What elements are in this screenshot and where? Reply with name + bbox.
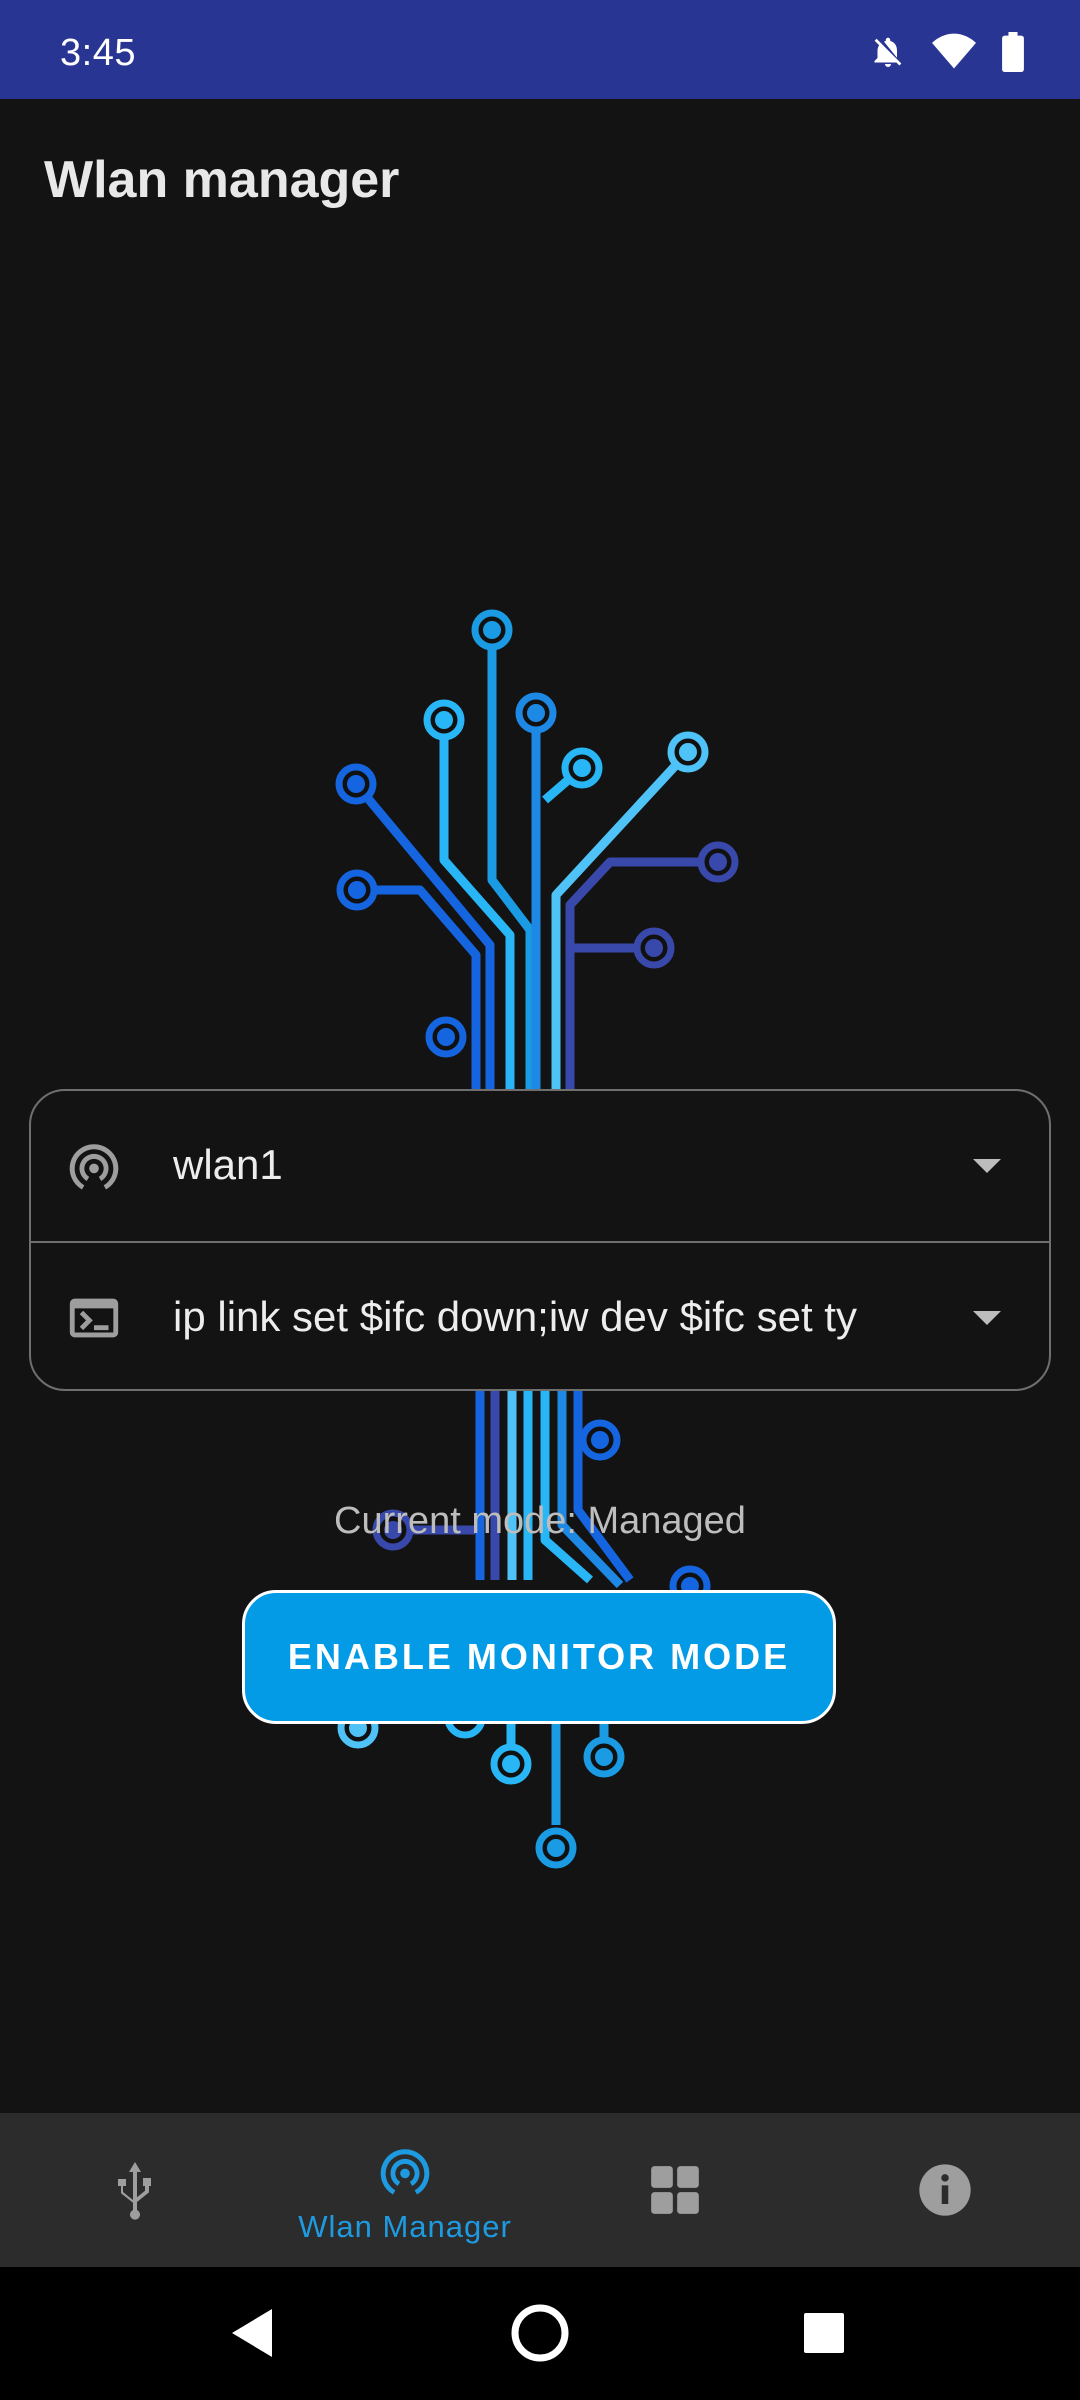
dropdown-arrow-icon	[973, 1311, 1001, 1325]
bottom-navigation: Wlan Manager	[0, 2113, 1080, 2267]
home-icon[interactable]	[494, 2287, 586, 2379]
enable-monitor-mode-button[interactable]: ENABLE MONITOR MODE	[242, 1590, 836, 1724]
grid-icon	[651, 2166, 699, 2214]
recents-icon[interactable]	[778, 2287, 870, 2379]
selector-card: wlan1 ip link set $ifc down;iw dev $ifc …	[29, 1089, 1051, 1391]
usb-icon	[118, 2162, 151, 2220]
antenna-icon	[380, 2149, 430, 2195]
back-icon[interactable]	[208, 2287, 300, 2379]
command-dropdown[interactable]: ip link set $ifc down;iw dev $ifc set ty	[31, 1241, 1049, 1389]
nav-item-info[interactable]	[810, 2113, 1080, 2267]
command-value: ip link set $ifc down;iw dev $ifc set ty	[173, 1293, 857, 1340]
info-icon	[919, 2164, 971, 2216]
nav-item-wlan-manager[interactable]: Wlan Manager	[270, 2113, 540, 2267]
nav-item-usb[interactable]	[0, 2113, 270, 2267]
current-mode-text: Current mode: Managed	[334, 1500, 746, 1542]
system-navigation-bar	[0, 2267, 1080, 2400]
antenna-icon	[69, 1144, 119, 1190]
dropdown-arrow-icon	[973, 1159, 1001, 1173]
interface-dropdown[interactable]: wlan1	[31, 1091, 1049, 1241]
nav-label-wlan-manager: Wlan Manager	[298, 2209, 512, 2244]
interface-value: wlan1	[173, 1141, 283, 1188]
terminal-icon	[69, 1298, 119, 1338]
nav-item-grid[interactable]	[540, 2113, 810, 2267]
